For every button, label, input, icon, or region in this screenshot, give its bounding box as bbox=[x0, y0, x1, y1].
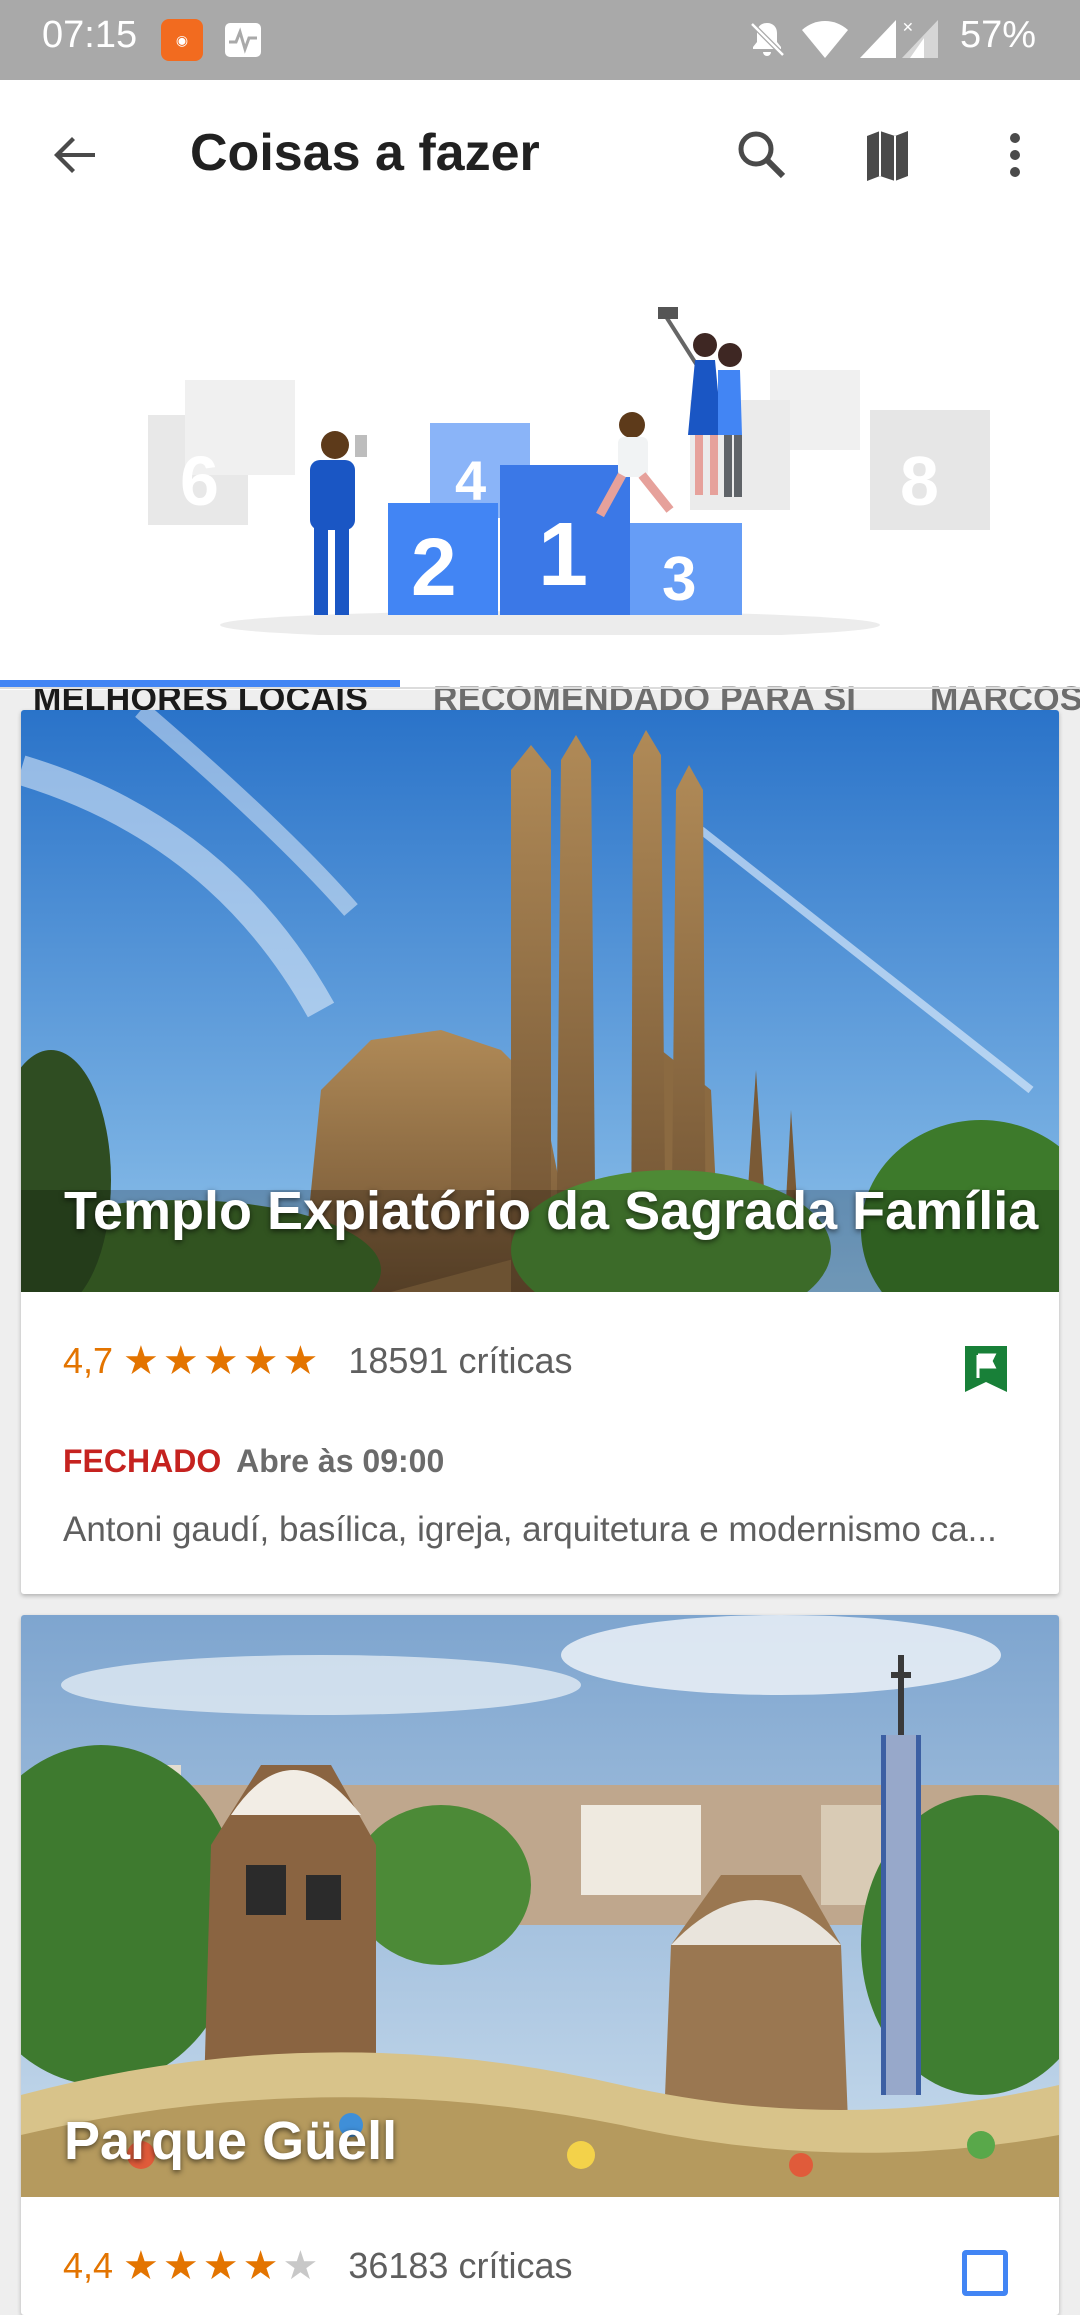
app-header: Coisas a fazer 6 8 4 2 1 3 MELHORES LOCA… bbox=[0, 80, 1080, 718]
saved-flag-icon[interactable] bbox=[961, 1342, 1011, 1398]
battery-level: 57% bbox=[960, 14, 1037, 56]
illustration-number-2: 2 bbox=[411, 522, 457, 613]
rating-stars: ★★★★★ bbox=[123, 2244, 323, 2288]
signal-no-sim-icon: ✕ bbox=[902, 19, 938, 58]
place-card[interactable]: Templo Expiatório da Sagrada Família 4,7… bbox=[21, 710, 1059, 1594]
wifi-icon bbox=[802, 21, 848, 58]
map-icon[interactable] bbox=[850, 118, 925, 193]
rating-value: 4,4 bbox=[63, 2245, 114, 2286]
review-count[interactable]: 36183 críticas bbox=[348, 2245, 572, 2287]
place-name: Templo Expiatório da Sagrada Família bbox=[64, 1181, 1039, 1241]
place-card[interactable]: Parque Güell 4,4 ★★★★★ 36183 críticas bbox=[21, 1615, 1059, 2315]
back-arrow-icon[interactable] bbox=[40, 120, 110, 190]
more-options-icon[interactable] bbox=[985, 118, 1045, 193]
person-sitting-figure bbox=[596, 412, 674, 518]
place-name: Parque Güell bbox=[64, 2111, 398, 2171]
closed-label: FECHADO bbox=[63, 1443, 222, 1479]
rating-value: 4,7 bbox=[63, 1340, 114, 1381]
rating-row: 4,4 ★★★★★ 36183 críticas bbox=[63, 2243, 572, 2289]
review-count[interactable]: 18591 críticas bbox=[348, 1340, 572, 1382]
save-place-checkbox[interactable] bbox=[962, 2250, 1008, 2296]
notifications-off-icon bbox=[750, 22, 785, 57]
active-tab-indicator bbox=[0, 680, 400, 687]
opening-status: FECHADO Abre às 09:00 bbox=[63, 1443, 444, 1480]
rating-row: 4,7 ★★★★★ 18591 críticas bbox=[63, 1338, 572, 1384]
illustration-number-4: 4 bbox=[455, 449, 486, 512]
search-icon[interactable] bbox=[725, 118, 800, 193]
podium-illustration: 6 8 4 2 1 3 bbox=[148, 307, 990, 635]
illustration-number-1: 1 bbox=[538, 505, 588, 605]
page-title: Coisas a fazer bbox=[190, 124, 540, 182]
opens-at-label: Abre às 09:00 bbox=[236, 1443, 445, 1479]
rating-stars: ★★★★★ bbox=[123, 1339, 323, 1383]
tabs-divider bbox=[0, 687, 1080, 689]
status-bar: 07:15 ◉ ✕ 57% bbox=[0, 0, 1080, 80]
activity-icon bbox=[225, 23, 261, 57]
status-time: 07:15 bbox=[42, 14, 138, 56]
place-description: Antoni gaudí, basílica, igreja, arquitet… bbox=[63, 1510, 997, 1549]
signal-icon bbox=[860, 20, 896, 58]
illustration-number-6: 6 bbox=[180, 442, 219, 520]
mi-app-icon: ◉ bbox=[161, 19, 203, 61]
person-left-figure bbox=[310, 431, 367, 615]
selfie-couple-figure bbox=[658, 307, 742, 497]
illustration-number-8: 8 bbox=[900, 442, 939, 520]
illustration-number-3: 3 bbox=[662, 545, 696, 614]
svg-text:✕: ✕ bbox=[902, 19, 914, 35]
